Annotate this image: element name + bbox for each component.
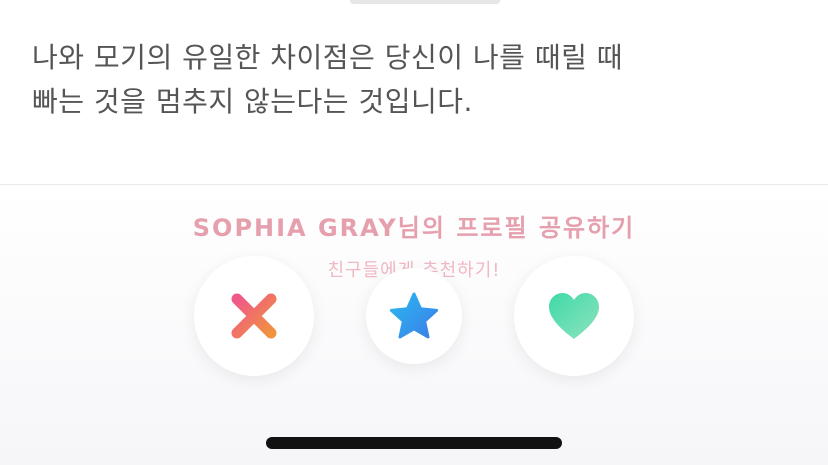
bio-line-2: 빠는 것을 멈추지 않는다는 것입니다. (32, 85, 473, 118)
profile-bio: 나와 모기의 유일한 차이점은 당신이 나를 때릴 때 빠는 것을 멈추지 않는… (32, 36, 812, 124)
nope-button[interactable] (194, 256, 314, 376)
home-indicator[interactable] (266, 437, 562, 449)
close-x-icon (227, 289, 281, 343)
header-fragment (350, 0, 500, 4)
share-profile-link[interactable]: SOPHIA GRAY님의 프로필 공유하기 (0, 208, 828, 243)
super-like-button[interactable] (366, 268, 462, 364)
heart-icon (545, 290, 603, 342)
star-icon (388, 291, 440, 341)
profile-screen: 나와 모기의 유일한 차이점은 당신이 나를 때릴 때 빠는 것을 멈추지 않는… (0, 0, 828, 465)
like-button[interactable] (514, 256, 634, 376)
bio-line-1: 나와 모기의 유일한 차이점은 당신이 나를 때릴 때 (32, 41, 624, 74)
